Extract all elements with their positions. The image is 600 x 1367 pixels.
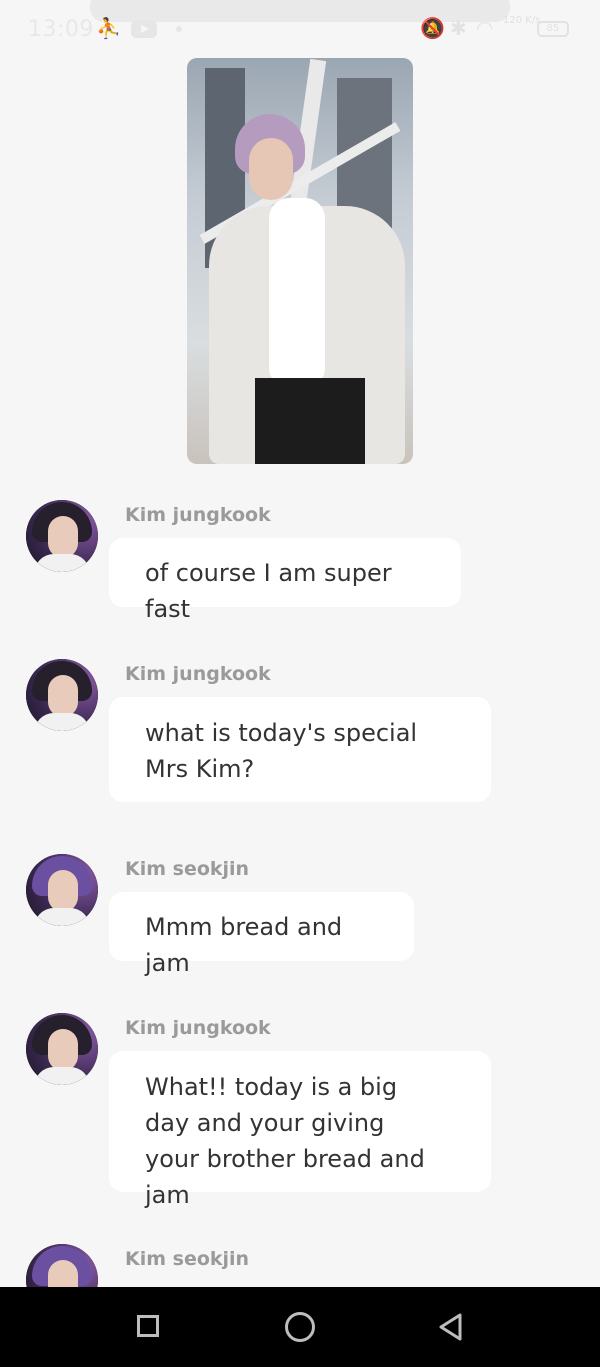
notification-pill[interactable]	[90, 0, 510, 22]
avatar[interactable]	[26, 1013, 98, 1085]
shared-photo[interactable]	[187, 58, 413, 464]
message-bubble[interactable]: Mmm bread and jam	[109, 892, 414, 977]
bluetooth-icon: ✱	[450, 16, 467, 40]
more-notifications-icon	[176, 26, 182, 32]
status-time: 13:09	[28, 17, 94, 42]
message-bubble[interactable]: what is today's special Mrs Kim?	[109, 697, 491, 802]
sender-name: Kim jungkook	[125, 663, 271, 685]
avatar[interactable]	[26, 659, 98, 731]
sender-name: Kim seokjin	[125, 858, 250, 880]
person-icon: ⛹	[96, 16, 121, 40]
status-bar: 13:09 ⛹ 🔕 ✱ ◠ 120 K/s 85	[0, 0, 600, 60]
avatar[interactable]	[26, 500, 98, 572]
message-bubble[interactable]: of course I am super fast	[109, 538, 461, 623]
message-bubble[interactable]: What!! today is a big day and your givin…	[109, 1051, 491, 1209]
sender-name: Kim jungkook	[125, 1017, 271, 1039]
avatar[interactable]	[26, 854, 98, 926]
wifi-icon: ◠	[476, 16, 494, 40]
home-icon[interactable]	[285, 1312, 315, 1342]
back-icon[interactable]	[436, 1312, 466, 1342]
system-nav-bar	[0, 1287, 600, 1367]
network-speed: 120 K/s	[503, 15, 541, 26]
sender-name: Kim jungkook	[125, 504, 271, 526]
recent-apps-icon[interactable]	[137, 1315, 159, 1337]
youtube-icon	[131, 20, 157, 38]
mute-icon: 🔕	[420, 16, 445, 40]
sender-name: Kim seokjin	[125, 1248, 250, 1270]
battery-icon: 85	[537, 21, 569, 37]
